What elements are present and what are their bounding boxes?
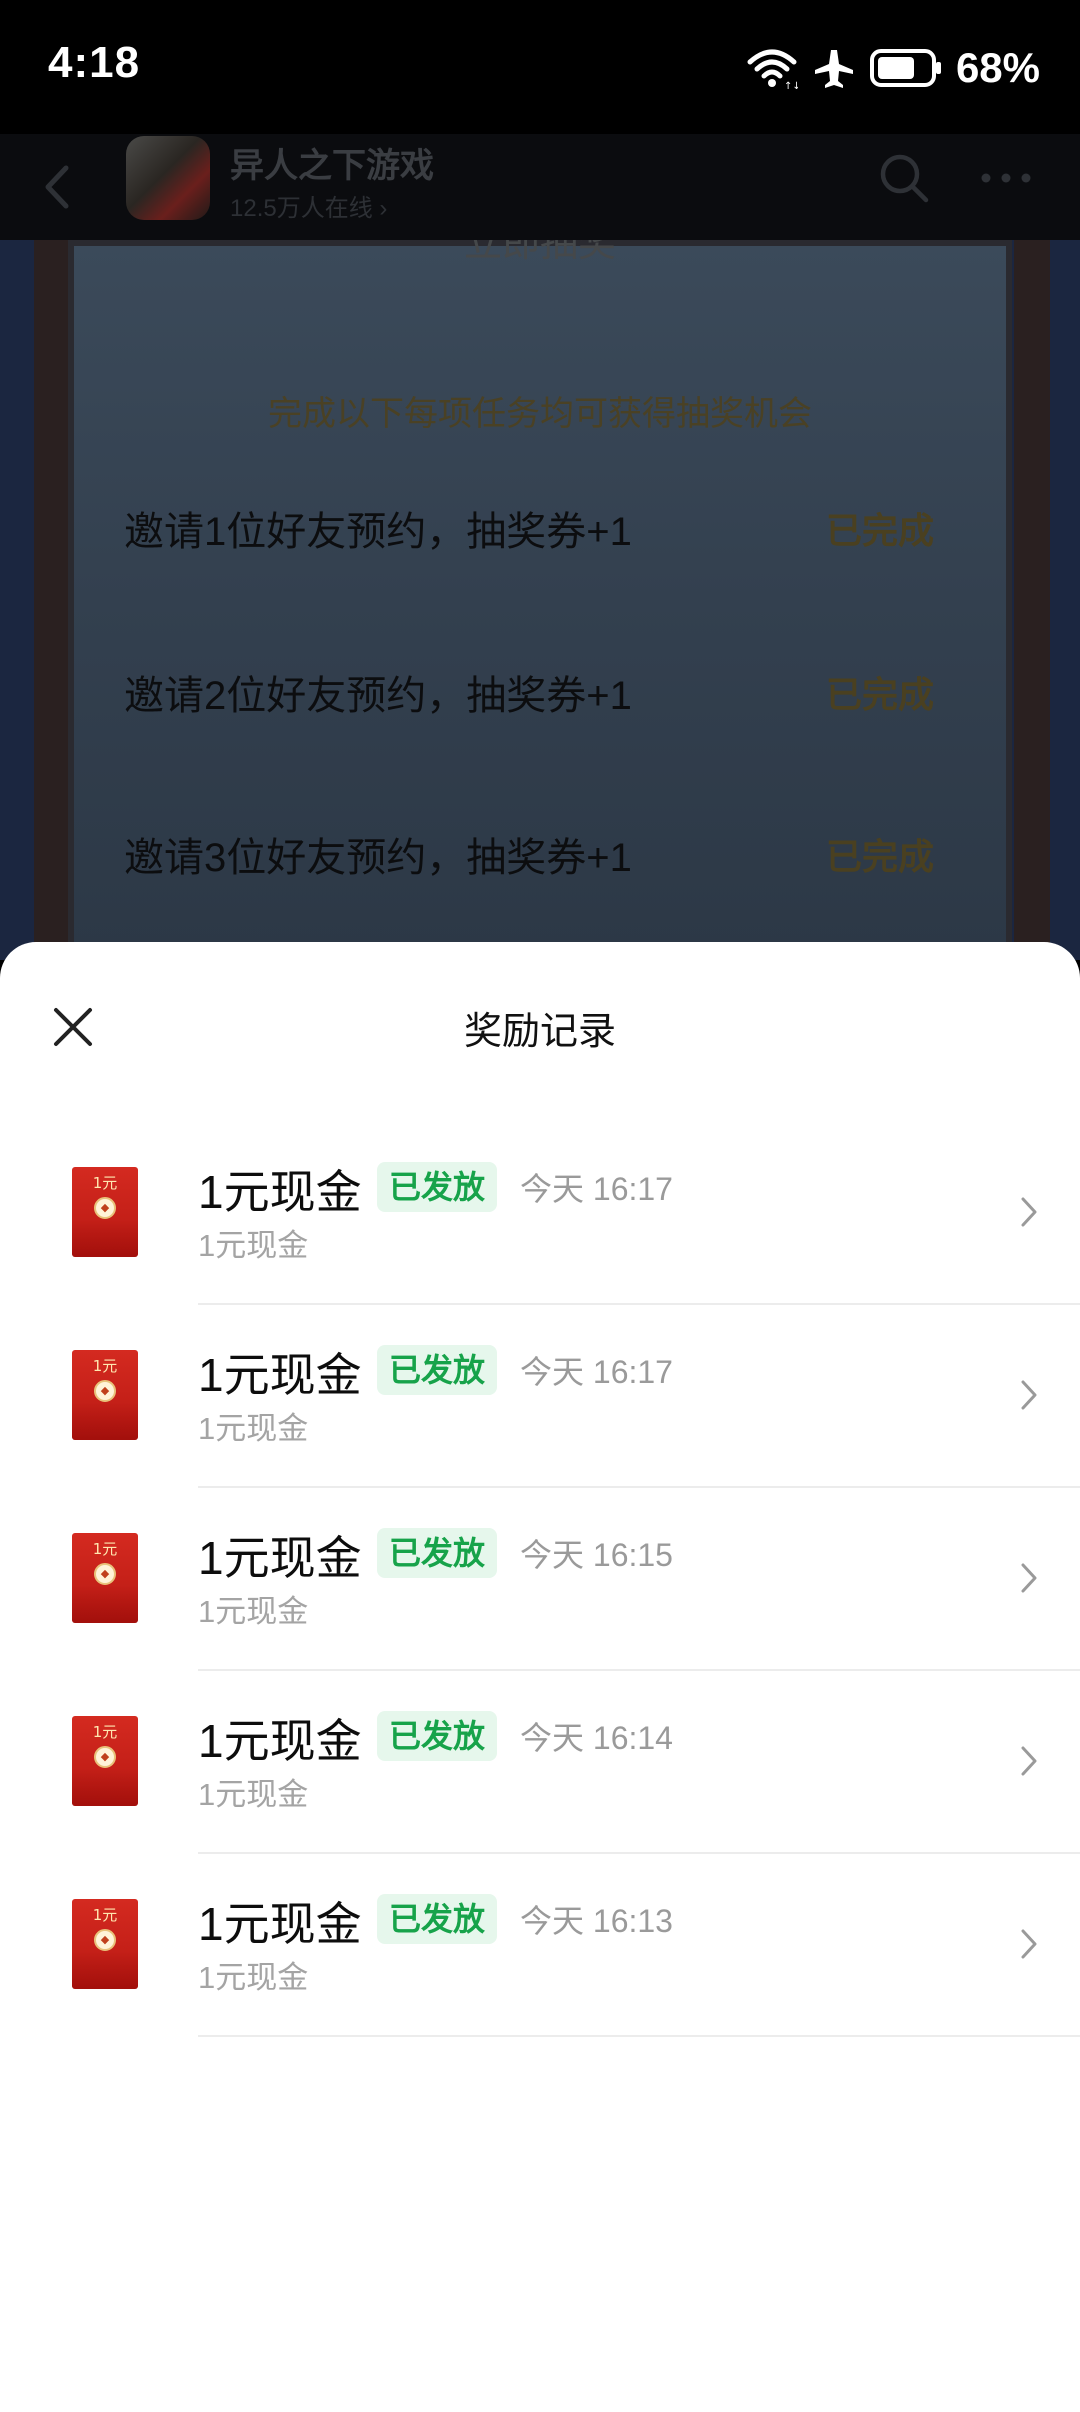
record-time: 今天 16:17 <box>520 1354 673 1390</box>
chevron-right-icon <box>1021 1380 1037 1410</box>
record-name: 1元现金 <box>198 1898 362 1950</box>
record-time: 今天 16:13 <box>520 1903 673 1939</box>
online-count-text: 12.5万人在线 <box>230 195 373 222</box>
task-status: 已完成 <box>825 674 934 715</box>
red-packet-icon: 1元 ◆ <box>72 1167 138 1257</box>
sheet-title: 奖励记录 <box>463 1011 616 1053</box>
record-subtitle: 1元现金 <box>198 1411 309 1446</box>
coin-icon: ◆ <box>94 1563 116 1585</box>
battery-icon <box>869 49 941 87</box>
status-badge: 已发放 <box>377 1528 498 1578</box>
task-hint: 完成以下每项任务均可获得抽奖机会 <box>268 395 812 433</box>
record-time: 今天 16:15 <box>520 1537 673 1573</box>
chevron-right-icon <box>1021 1746 1037 1776</box>
task-row: 邀请3位好友预约，抽奖券+1 已完成 <box>124 824 934 884</box>
status-badge: 已发放 <box>377 1345 498 1395</box>
red-packet-label: 1元 <box>92 1906 118 1924</box>
background-page: 立即抽奖 完成以下每项任务均可获得抽奖机会 邀请1位好友预约，抽奖券+1 已完成… <box>0 240 1080 960</box>
task-label: 邀请1位好友预约，抽奖券+1 <box>124 510 632 554</box>
red-packet-icon: 1元 ◆ <box>72 1716 138 1806</box>
record-item[interactable]: 1元 ◆ 1元现金 已发放 今天 16:17 1元现金 <box>0 1305 1080 1488</box>
record-item[interactable]: 1元 ◆ 1元现金 已发放 今天 16:14 1元现金 <box>0 1671 1080 1854</box>
more-options-icon[interactable] <box>976 164 1036 192</box>
record-time: 今天 16:14 <box>520 1720 673 1756</box>
coin-icon: ◆ <box>94 1929 116 1951</box>
record-subtitle: 1元现金 <box>198 1228 309 1263</box>
record-item[interactable]: 1元 ◆ 1元现金 已发放 今天 16:13 1元现金 <box>0 1854 1080 2037</box>
draw-now-title: 立即抽奖 <box>463 240 616 265</box>
chevron-right-icon <box>1021 1563 1037 1593</box>
record-name: 1元现金 <box>198 1166 362 1218</box>
coin-icon: ◆ <box>94 1197 116 1219</box>
coin-icon: ◆ <box>94 1380 116 1402</box>
battery-percent: 68% <box>955 44 1040 91</box>
chevron-right-icon <box>1021 1929 1037 1959</box>
online-count[interactable]: 12.5万人在线 › <box>230 188 387 223</box>
status-bar: 4:18 ↑↓ 68% <box>0 0 1080 134</box>
record-name: 1元现金 <box>198 1349 362 1401</box>
status-time: 4:18 <box>48 38 141 87</box>
task-label: 邀请2位好友预约，抽奖券+1 <box>124 674 632 718</box>
red-packet-label: 1元 <box>92 1723 118 1741</box>
record-subtitle: 1元现金 <box>198 1960 309 1995</box>
reward-records-sheet: 奖励记录 1元 ◆ 1元现金 已发放 今天 16:17 1元现金 1元 ◆ 1元… <box>0 942 1080 2412</box>
svg-text:↑↓: ↑↓ <box>784 81 798 90</box>
status-badge: 已发放 <box>377 1711 498 1761</box>
game-title[interactable]: 异人之下游戏 <box>230 138 434 187</box>
record-time: 今天 16:17 <box>520 1171 673 1207</box>
red-packet-icon: 1元 ◆ <box>72 1899 138 1989</box>
record-subtitle: 1元现金 <box>198 1594 309 1629</box>
chevron-right-icon: › <box>379 195 388 222</box>
red-packet-icon: 1元 ◆ <box>72 1533 138 1623</box>
task-status: 已完成 <box>825 510 934 551</box>
status-badge: 已发放 <box>377 1162 498 1212</box>
task-status: 已完成 <box>825 836 934 877</box>
record-name: 1元现金 <box>198 1715 362 1767</box>
chevron-right-icon <box>1021 1197 1037 1227</box>
task-label: 邀请3位好友预约，抽奖券+1 <box>124 836 632 880</box>
search-icon[interactable] <box>876 150 932 206</box>
record-subtitle: 1元现金 <box>198 1777 309 1812</box>
red-packet-label: 1元 <box>92 1174 118 1192</box>
back-arrow-icon[interactable] <box>36 154 76 220</box>
task-row: 邀请1位好友预约，抽奖券+1 已完成 <box>124 498 934 558</box>
record-list: 1元 ◆ 1元现金 已发放 今天 16:17 1元现金 1元 ◆ 1元现金 已发… <box>0 1122 1080 2037</box>
status-icons: ↑↓ 68% <box>746 40 1040 96</box>
panel-frame-left <box>34 240 70 960</box>
airplane-icon <box>814 50 853 88</box>
red-packet-label: 1元 <box>92 1540 118 1558</box>
divider <box>198 2035 1080 2037</box>
red-packet-label: 1元 <box>92 1357 118 1375</box>
record-item[interactable]: 1元 ◆ 1元现金 已发放 今天 16:15 1元现金 <box>0 1488 1080 1671</box>
task-row: 邀请2位好友预约，抽奖券+1 已完成 <box>124 662 934 722</box>
record-name: 1元现金 <box>198 1532 362 1584</box>
panel-frame-right <box>1014 240 1050 960</box>
coin-icon: ◆ <box>94 1746 116 1768</box>
wifi-icon: ↑↓ <box>747 49 798 90</box>
status-badge: 已发放 <box>377 1894 498 1944</box>
game-avatar[interactable] <box>126 136 210 220</box>
red-packet-icon: 1元 ◆ <box>72 1350 138 1440</box>
record-item[interactable]: 1元 ◆ 1元现金 已发放 今天 16:17 1元现金 <box>0 1122 1080 1305</box>
